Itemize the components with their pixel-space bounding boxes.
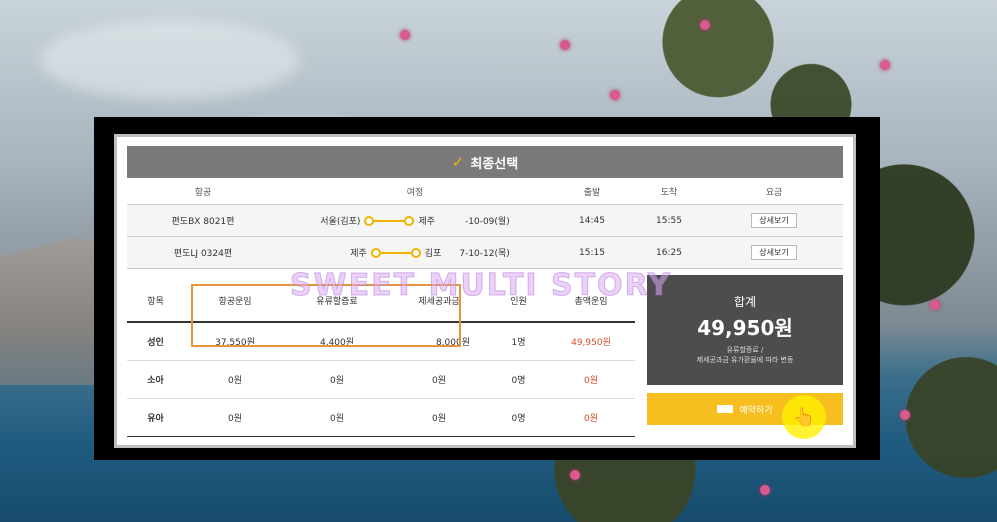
passenger-count: 0명 [490,398,547,437]
page-title: 최종선택 [470,156,519,172]
total-summary: 합계 49,950원 유류할증료 / 제세공과금 유가환율에 따라 변동 [647,275,843,385]
total-label: 합계 [733,295,757,309]
fare-row-infant: 유아 0원 0원 0원 0명 0원 [127,398,635,437]
arrive-time: 16:25 [633,236,705,269]
fare-table-header: 항목 항공운임 유류할증료 제세공과금 인원 총액운임 [127,279,635,323]
flight-row: 편도BX 8021편 서울(김포) 제주 -10-09(월) 14:45 15:… [127,204,843,237]
reserve-label: 예약하기 [739,405,773,416]
total-note-line: 유류할증료 / [726,346,764,354]
col-taxes: 제세공과금 [388,279,490,323]
booking-summary-panel: ✓ 최종선택 항공 여정 출발 도착 요금 편도BX 8021편 서울(김포) … [114,134,856,448]
total-fare-value: 0원 [547,360,635,399]
fare-table: 항목 항공운임 유류할증료 제세공과금 인원 총액운임 성인 37,550원 4… [127,279,635,437]
passenger-type: 소아 [127,360,184,399]
total-note-line: 제세공과금 유가환율에 따라 변동 [696,356,794,364]
total-fare-value: 49,950원 [547,322,635,361]
col-passengers: 인원 [490,279,547,323]
total-fare-value: 0원 [547,398,635,437]
final-selection-header: ✓ 최종선택 [127,146,843,178]
route-line-icon [370,247,421,258]
blossom [560,40,570,50]
col-arrive: 도착 [633,178,705,205]
fuel-surcharge-value: 0원 [286,398,388,437]
itinerary: 제주 김포 7-10-12(목) [279,236,551,269]
blossom [760,485,770,495]
taxes-value: 0원 [388,398,490,437]
travel-date: -10-09(월) [465,217,510,227]
col-fare: 요금 [705,178,843,205]
origin: 서울(김포) [320,217,361,227]
depart-time: 14:45 [551,204,633,237]
total-note: 유류할증료 / 제세공과금 유가환율에 따라 변동 [647,345,843,365]
taxes-value: 8,000원 [388,322,490,361]
passenger-type: 성인 [127,322,184,361]
total-amount: 49,950원 [697,316,793,340]
airfare-value: 0원 [184,398,286,437]
col-itinerary: 여정 [279,178,551,205]
ticket-icon [717,405,734,413]
destination: 김포 [424,249,442,259]
blossom [400,30,410,40]
blossom [880,60,890,70]
fare-cell: 상세보기 [705,236,843,269]
passenger-count: 0명 [490,360,547,399]
blossom [930,300,940,310]
passenger-count: 1명 [490,322,547,361]
itinerary: 서울(김포) 제주 -10-09(월) [279,204,551,237]
col-fuel-surcharge: 유류할증료 [286,279,388,323]
blossom [900,410,910,420]
origin: 제주 [350,249,367,259]
check-icon: ✓ [451,153,465,171]
flight-table: 항공 여정 출발 도착 요금 편도BX 8021편 서울(김포) 제주 -10-… [127,178,843,269]
destination: 제주 [418,217,435,227]
blossom [610,90,620,100]
flight-row: 편도LJ 0324편 제주 김포 7-10-12(목) 15:15 16:25 … [127,236,843,269]
col-total-fare: 총액운임 [547,279,635,323]
detail-view-button[interactable]: 상세보기 [751,213,797,228]
flight-number: 편도LJ 0324편 [127,236,279,269]
flight-number: 편도BX 8021편 [127,204,279,237]
arrive-time: 15:55 [633,204,705,237]
passenger-type: 유아 [127,398,184,437]
cloud [40,20,300,100]
col-airline: 항공 [127,178,279,205]
fare-row-adult: 성인 37,550원 4,400원 8,000원 1명 49,950원 [127,322,635,361]
hand-pointer-icon: 👆 [782,395,826,439]
detail-view-button[interactable]: 상세보기 [751,245,797,260]
fuel-surcharge-value: 4,400원 [286,322,388,361]
col-airfare: 항공운임 [184,279,286,323]
taxes-value: 0원 [388,360,490,399]
blossom [570,470,580,480]
col-category: 항목 [127,279,184,323]
col-depart: 출발 [551,178,633,205]
flight-table-header: 항공 여정 출발 도착 요금 [127,178,843,205]
airfare-value: 37,550원 [184,322,286,361]
airfare-value: 0원 [184,360,286,399]
travel-date: 7-10-12(목) [459,249,510,259]
depart-time: 15:15 [551,236,633,269]
blossom [700,20,710,30]
fare-row-child: 소아 0원 0원 0원 0명 0원 [127,360,635,399]
fuel-surcharge-value: 0원 [286,360,388,399]
screenshot-frame: ✓ 최종선택 항공 여정 출발 도착 요금 편도BX 8021편 서울(김포) … [94,117,880,460]
fare-cell: 상세보기 [705,204,843,237]
route-line-icon [364,215,415,226]
